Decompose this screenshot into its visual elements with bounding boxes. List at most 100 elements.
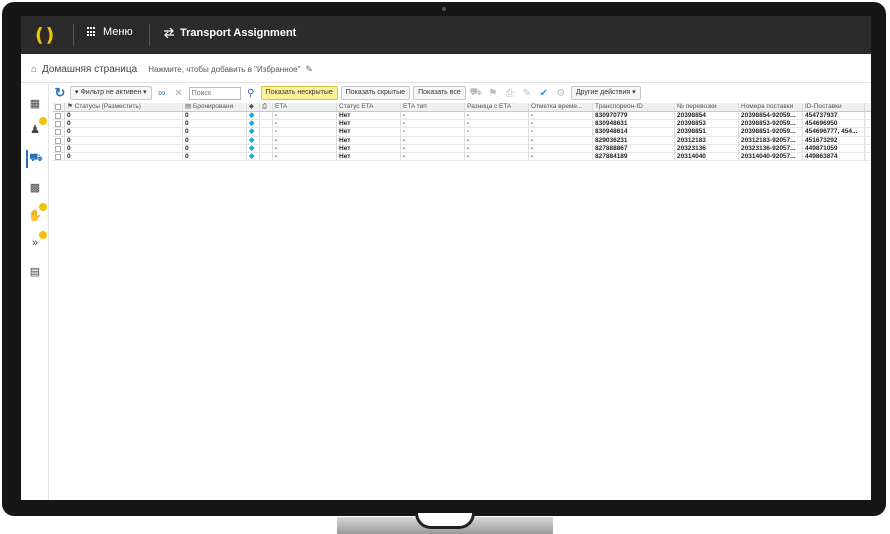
sidebar-item-fast[interactable]: »	[26, 231, 47, 252]
sidebar-item-network[interactable]: ▩	[26, 178, 44, 196]
breadcrumb-home[interactable]: Домашняя страница	[42, 64, 137, 75]
header-status[interactable]: ⚑ Статусы (Разместить)	[65, 103, 183, 111]
diamond-icon[interactable]: ◆	[247, 112, 260, 120]
refresh-icon[interactable]: ↻	[53, 85, 67, 100]
checkbox[interactable]	[55, 113, 61, 119]
hand-icon: ✋	[28, 209, 42, 222]
header-transporeon-id[interactable]: Транспореон-ID	[593, 103, 675, 111]
cell-eta-type: -	[401, 144, 465, 152]
table-row[interactable]: 0 0 ◆ - Нет - - - 829036231 20312183 203…	[53, 136, 871, 145]
table-row[interactable]: 0 0 ◆ - Нет - - - 830948631 20398853 203…	[53, 120, 871, 129]
header-shipment-no[interactable]: № перевозки	[675, 103, 739, 111]
checkbox[interactable]	[55, 137, 61, 144]
cell-time-mark: -	[529, 112, 593, 120]
checkbox[interactable]	[55, 104, 61, 110]
print-icon[interactable]: ⎙	[503, 86, 517, 100]
header-diamond[interactable]: ◆	[247, 103, 260, 111]
app-title-text: Transport Assignment	[180, 27, 297, 39]
header-booking[interactable]: ▤ Бронировани	[183, 103, 247, 111]
search-input[interactable]	[188, 86, 241, 100]
checkbox[interactable]	[55, 153, 61, 160]
diamond-icon[interactable]: ◆	[247, 136, 260, 144]
truck-action-icon[interactable]: ⛟	[469, 86, 483, 100]
cell-status: 0	[65, 152, 183, 161]
show-unhidden-button[interactable]: Показать нескрытые	[260, 86, 338, 100]
row-checkbox-cell[interactable]	[53, 112, 65, 120]
checkbox[interactable]	[55, 129, 61, 136]
home-icon[interactable]: ⌂	[31, 64, 37, 75]
show-hidden-button[interactable]: Показать скрытые	[340, 86, 411, 100]
cell-print	[260, 120, 273, 128]
row-checkbox-cell[interactable]	[53, 152, 65, 161]
menu-button[interactable]: Меню	[87, 26, 133, 38]
binoculars-icon[interactable]: ∞	[155, 86, 169, 100]
sidebar-item-assignment[interactable]: ♟	[26, 117, 47, 138]
header-time-mark[interactable]: Отметка време...	[529, 103, 593, 111]
diamond-icon[interactable]: ◆	[247, 152, 260, 161]
cell-time-mark: -	[529, 152, 593, 161]
table-row[interactable]: 0 0 ◆ - Нет - - - 830970779 20398854 203…	[53, 112, 871, 121]
sidebar-item-structure[interactable]: ▦	[26, 94, 44, 112]
cell-status: 0	[65, 112, 183, 120]
transport-swap-icon	[164, 28, 174, 38]
sidebar-item-document[interactable]: ▤	[26, 262, 44, 280]
app-screen: () Меню Transport Assignment ⌂ Домашняя …	[21, 16, 871, 500]
header-select-all[interactable]	[53, 103, 65, 111]
header-delivery-id[interactable]: ID-Поставки	[803, 103, 865, 111]
other-actions-button[interactable]: Другие действия ▾	[570, 86, 641, 100]
header-eta-status[interactable]: Статус ETA	[337, 103, 401, 111]
header-eta[interactable]: ETA	[273, 103, 337, 111]
header-delivery-numbers[interactable]: Номера поставки	[739, 103, 803, 111]
cell-booking: 0	[183, 136, 247, 144]
row-checkbox-cell[interactable]	[53, 136, 65, 144]
row-checkbox-cell[interactable]	[53, 128, 65, 136]
checkbox[interactable]	[55, 145, 61, 152]
table-row[interactable]: 0 0 ◆ - Нет - - - 827888867 20323136 203…	[53, 144, 871, 153]
sidebar-item-transport[interactable]: ⛟	[26, 150, 44, 168]
flag-icon[interactable]: ⚑	[486, 86, 500, 100]
search-icon[interactable]: ⚲	[244, 86, 258, 100]
settings-icon[interactable]: ⚙	[554, 86, 568, 100]
notification-dot	[39, 231, 47, 239]
cell-booking: 0	[183, 144, 247, 152]
filter-button[interactable]: ▾ Фильтр не активен ▾	[70, 86, 152, 100]
row-checkbox-cell[interactable]	[53, 144, 65, 152]
breadcrumb: ⌂ Домашняя страница Нажмите, чтобы добав…	[31, 61, 313, 77]
brand-logo-icon[interactable]: ()	[35, 24, 56, 46]
cell-transporeon-id: 830948614	[593, 128, 675, 136]
table-row[interactable]: 0 0 ◆ - Нет - - - 830948614 20398851 203…	[53, 128, 871, 137]
cell-eta: -	[273, 144, 337, 152]
cell-print	[260, 128, 273, 136]
cell-time-mark: -	[529, 136, 593, 144]
pencil-icon[interactable]: ✎	[305, 64, 313, 75]
header-print[interactable]: ⎙	[260, 103, 273, 111]
edit-icon[interactable]: ✎	[520, 86, 534, 100]
table-row[interactable]: 0 0 ◆ - Нет - - - 827884189 20314040 203…	[53, 152, 871, 162]
cell-print	[260, 136, 273, 144]
header-eta-type[interactable]: ETA тип	[401, 103, 465, 111]
cell-print	[260, 152, 273, 161]
cell-eta-status: Нет	[337, 152, 401, 161]
diamond-icon[interactable]: ◆	[247, 120, 260, 128]
favorites-hint[interactable]: Нажмите, чтобы добавить в "Избранное"	[148, 65, 300, 74]
cell-eta: -	[273, 152, 337, 161]
diamond-icon[interactable]: ◆	[247, 128, 260, 136]
checkbox[interactable]	[55, 121, 61, 128]
sidebar-item-hand[interactable]: ✋	[26, 203, 47, 224]
cell-time-mark: -	[529, 144, 593, 152]
cell-delivery-numbers: 20323136-92057...	[739, 144, 803, 152]
menu-label: Меню	[103, 26, 133, 38]
cell-delivery-numbers: 20398853-92059...	[739, 120, 803, 128]
row-checkbox-cell[interactable]	[53, 120, 65, 128]
cell-eta-type: -	[401, 128, 465, 136]
camera-dot	[442, 7, 446, 11]
clear-filter-icon[interactable]: ✕	[172, 86, 186, 100]
shield-check-icon[interactable]: ✔	[537, 86, 551, 100]
diamond-icon[interactable]: ◆	[247, 144, 260, 152]
header-booking-label: Бронировани	[192, 103, 234, 110]
cell-eta-diff: -	[465, 128, 529, 136]
cell-eta: -	[273, 128, 337, 136]
cell-status: 0	[65, 144, 183, 152]
header-eta-diff[interactable]: Разница с ETA	[465, 103, 529, 111]
show-all-button[interactable]: Показать все	[413, 86, 466, 100]
